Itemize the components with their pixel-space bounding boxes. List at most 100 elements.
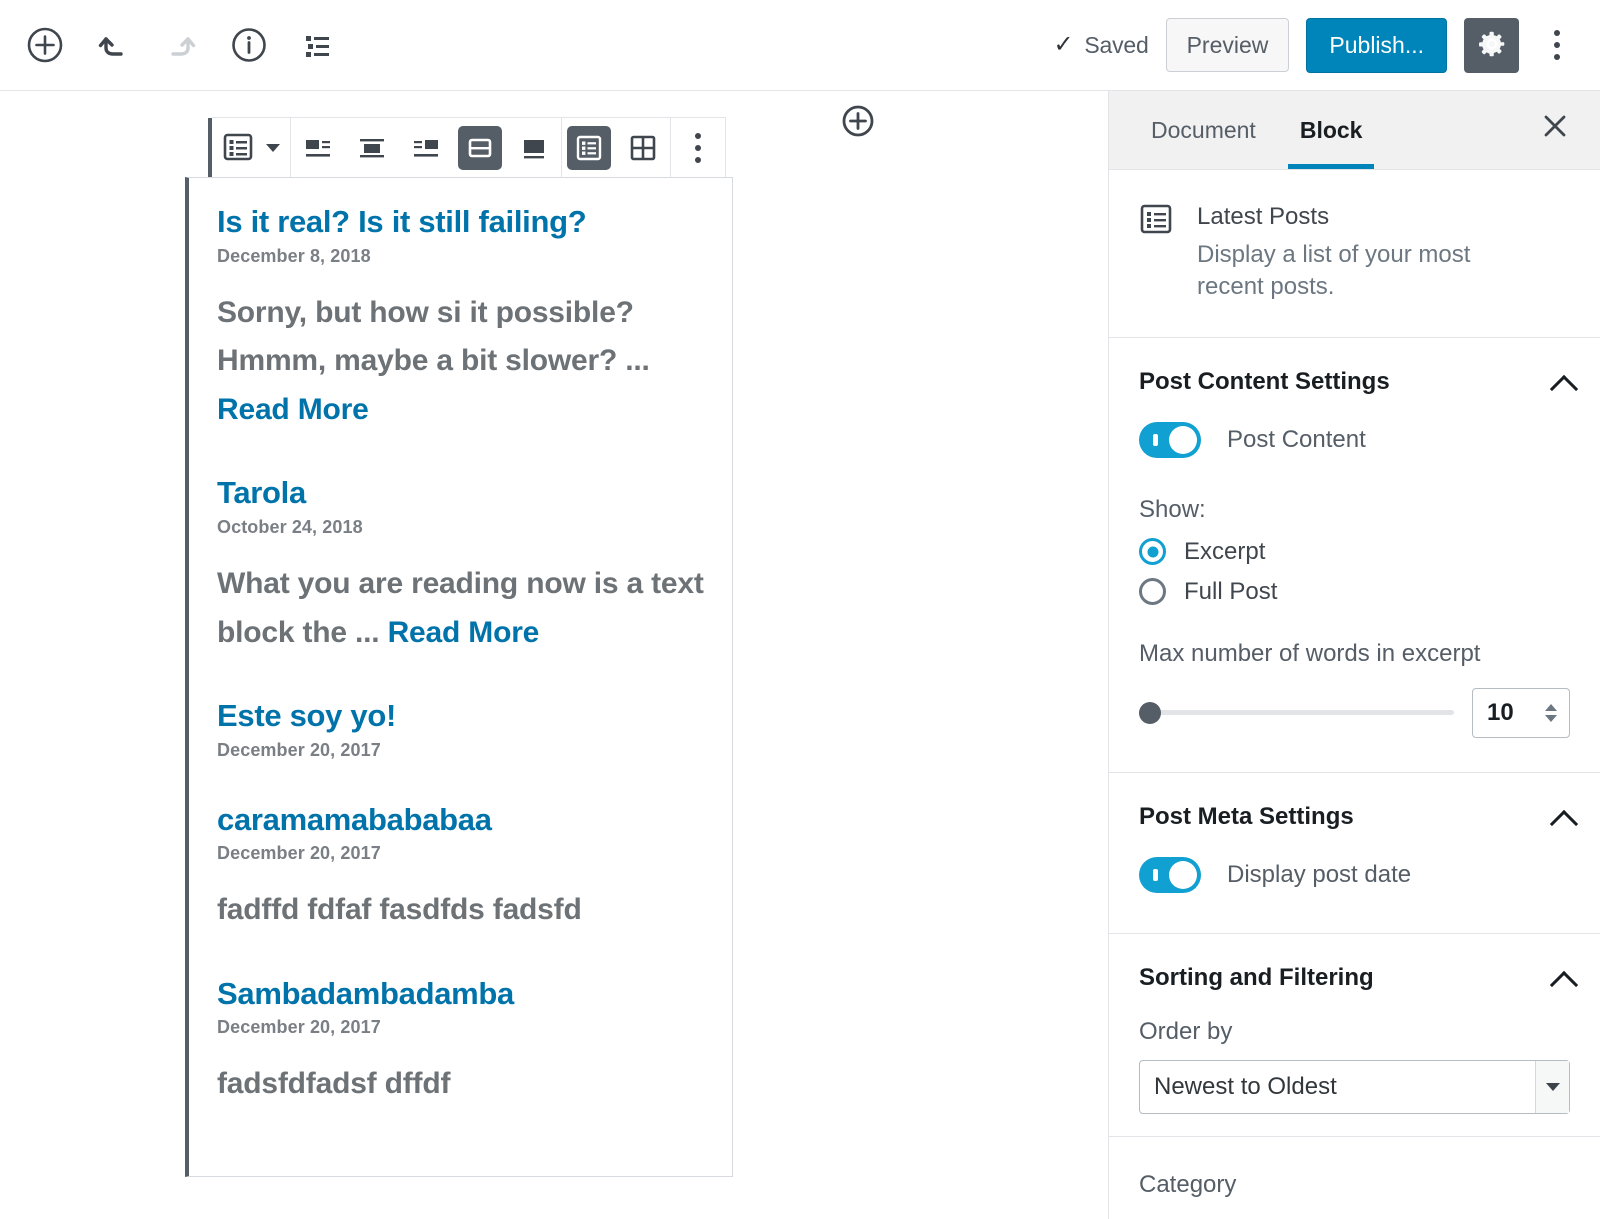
align-center-button[interactable] xyxy=(345,118,399,178)
panel-sorting-and-filtering-body: Order by Newest to Oldest xyxy=(1109,1018,1600,1136)
undo-button[interactable] xyxy=(86,18,140,72)
toggle-on-indicator xyxy=(1153,868,1158,881)
content-structure-button[interactable] xyxy=(222,18,276,72)
radio-excerpt[interactable]: Excerpt xyxy=(1139,538,1570,566)
category-label: Category xyxy=(1139,1170,1237,1198)
top-bar-left-tools xyxy=(0,18,344,72)
block-navigation-button[interactable] xyxy=(290,18,344,72)
panel-post-content-settings-header[interactable]: Post Content Settings xyxy=(1109,338,1600,422)
wide-width-button[interactable] xyxy=(453,118,507,178)
select-arrow[interactable] xyxy=(1535,1060,1569,1113)
circle-plus-icon xyxy=(26,26,64,64)
radio-full-post-control[interactable] xyxy=(1139,578,1166,606)
tab-block[interactable]: Block xyxy=(1278,91,1385,169)
save-status: ✓ Saved xyxy=(1053,32,1148,59)
list-item: Tarola October 24, 2018 What you are rea… xyxy=(217,475,704,657)
block-type-button[interactable] xyxy=(212,118,264,178)
slider-thumb[interactable] xyxy=(1139,701,1161,724)
grid-view-icon xyxy=(621,126,665,170)
list-view-button[interactable] xyxy=(562,118,616,178)
list-item: Is it real? Is it still failing? Decembe… xyxy=(217,204,704,434)
latest-posts-block[interactable]: Is it real? Is it still failing? Decembe… xyxy=(185,177,733,1177)
chevron-up-icon[interactable] xyxy=(1552,371,1574,393)
list-item: Sambadambadamba December 20, 2017 fadsfd… xyxy=(217,976,704,1109)
block-navigation-icon xyxy=(298,26,336,64)
save-status-label: Saved xyxy=(1084,31,1149,58)
list-item: caramamabababaa December 20, 2017 fadffd… xyxy=(217,802,704,935)
excerpt-words-slider[interactable] xyxy=(1139,700,1454,726)
editor-top-bar: ✓ Saved Preview Publish... xyxy=(0,0,1600,91)
toggle-knob xyxy=(1169,425,1197,454)
panel-sorting-and-filtering-header[interactable]: Sorting and Filtering xyxy=(1109,934,1600,1018)
post-excerpt-text: Sorny, but how si it possible? Hmmm, may… xyxy=(217,295,650,378)
settings-sidebar: Document Block Latest Posts Display a li… xyxy=(1108,91,1600,1219)
block-description: Display a list of your most recent posts… xyxy=(1197,241,1471,301)
grid-view-button[interactable] xyxy=(616,118,670,178)
info-icon xyxy=(230,26,268,64)
post-title-link[interactable]: caramamabababaa xyxy=(217,802,704,839)
top-bar-right-tools: ✓ Saved Preview Publish... xyxy=(1053,17,1600,73)
excerpt-words-row: 10 xyxy=(1139,687,1570,738)
radio-excerpt-label: Excerpt xyxy=(1184,537,1266,565)
align-right-button[interactable] xyxy=(399,118,453,178)
post-date: December 20, 2017 xyxy=(217,1017,381,1038)
stepper-down-icon[interactable] xyxy=(1545,714,1557,722)
read-more-link[interactable]: Read More xyxy=(217,393,369,426)
redo-icon xyxy=(162,26,200,64)
post-excerpt: Sorny, but how si it possible? Hmmm, may… xyxy=(217,289,704,435)
sidebar-tabs: Document Block xyxy=(1109,91,1600,170)
read-more-link[interactable]: Read More xyxy=(388,616,540,649)
post-date: December 8, 2018 xyxy=(217,245,371,266)
chevron-up-icon[interactable] xyxy=(1552,967,1574,989)
display-post-date-toggle-row: Display post date xyxy=(1139,856,1570,893)
tab-document[interactable]: Document xyxy=(1129,91,1278,169)
block-more-options-button[interactable] xyxy=(671,118,725,178)
order-by-value: Newest to Oldest xyxy=(1154,1072,1337,1100)
gear-icon xyxy=(1477,29,1507,62)
block-inserter-button[interactable] xyxy=(840,103,876,139)
more-options-button[interactable] xyxy=(1536,18,1578,72)
panel-post-meta-settings-body: Display post date xyxy=(1109,856,1600,933)
preview-button[interactable]: Preview xyxy=(1165,18,1290,72)
block-name: Latest Posts xyxy=(1197,203,1330,230)
post-content-toggle-label: Post Content xyxy=(1227,425,1366,453)
editor-canvas: Is it real? Is it still failing? Decembe… xyxy=(0,91,1108,1219)
post-title-link[interactable]: Is it real? Is it still failing? xyxy=(217,204,704,241)
display-post-date-toggle[interactable] xyxy=(1139,856,1201,893)
redo-button[interactable] xyxy=(154,18,208,72)
panel-post-meta-settings-header[interactable]: Post Meta Settings xyxy=(1109,773,1600,857)
align-wide-icon xyxy=(458,126,502,170)
circle-plus-icon xyxy=(840,105,876,142)
order-by-select[interactable]: Newest to Oldest xyxy=(1139,1059,1570,1114)
post-title-link[interactable]: Sambadambadamba xyxy=(217,976,704,1013)
radio-excerpt-control[interactable] xyxy=(1139,538,1166,566)
publish-button[interactable]: Publish... xyxy=(1306,17,1447,73)
radio-full-post-label: Full Post xyxy=(1184,577,1278,605)
latest-posts-icon xyxy=(221,130,255,167)
settings-button[interactable] xyxy=(1464,17,1519,73)
stepper-up-icon[interactable] xyxy=(1545,703,1557,711)
add-block-icon-button[interactable] xyxy=(18,18,72,72)
chevron-down-icon[interactable] xyxy=(266,144,280,152)
panel-title: Sorting and Filtering xyxy=(1139,963,1374,991)
align-left-button[interactable] xyxy=(291,118,345,178)
radio-full-post[interactable]: Full Post xyxy=(1139,578,1570,606)
block-more-group xyxy=(671,118,725,178)
close-sidebar-button[interactable] xyxy=(1524,91,1586,169)
post-title-link[interactable]: Este soy yo! xyxy=(217,698,704,735)
post-content-toggle[interactable] xyxy=(1139,421,1201,458)
display-post-date-label: Display post date xyxy=(1227,860,1412,888)
post-title-link[interactable]: Tarola xyxy=(217,475,704,512)
panel-post-meta-settings: Post Meta Settings Display post date xyxy=(1109,773,1600,934)
excerpt-words-input[interactable]: 10 xyxy=(1472,687,1570,738)
align-right-icon xyxy=(404,126,448,170)
full-width-button[interactable] xyxy=(507,118,561,178)
chevron-up-icon[interactable] xyxy=(1552,806,1574,828)
toggle-knob xyxy=(1169,860,1197,889)
quantity-stepper[interactable] xyxy=(1545,703,1557,722)
post-excerpt: fadffd fdfaf fasdfds fadsfd xyxy=(217,893,582,927)
latest-posts-icon xyxy=(1139,201,1175,304)
check-icon: ✓ xyxy=(1053,31,1074,58)
order-by-label: Order by xyxy=(1139,1017,1233,1045)
panel-title: Post Content Settings xyxy=(1139,367,1390,395)
